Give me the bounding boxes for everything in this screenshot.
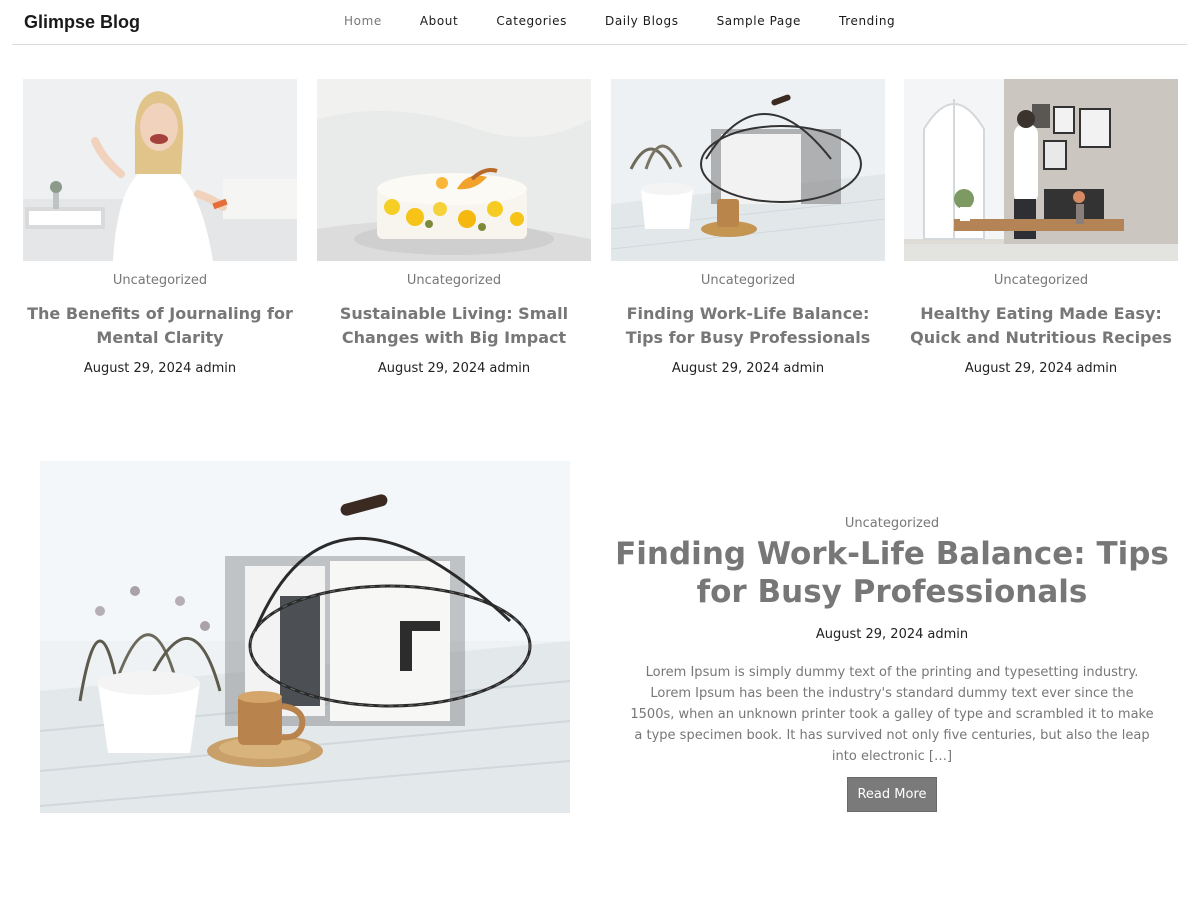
post-category[interactable]: Uncategorized: [317, 273, 591, 288]
post-thumbnail-woman[interactable]: [23, 79, 297, 261]
post-thumbnail-room[interactable]: [904, 79, 1178, 261]
post-title[interactable]: Healthy Eating Made Easy: Quick and Nutr…: [904, 302, 1178, 350]
post-date[interactable]: August 29, 2024: [378, 361, 486, 376]
nav-item-home[interactable]: Home: [344, 14, 382, 28]
post-card: Uncategorized Healthy Eating Made Easy: …: [904, 79, 1178, 376]
featured-post-meta: August 29, 2024 admin: [612, 627, 1172, 642]
post-author[interactable]: admin: [195, 361, 236, 376]
nav-item-categories[interactable]: Categories: [496, 14, 567, 28]
post-title[interactable]: Sustainable Living: Small Changes with B…: [317, 302, 591, 350]
featured-post-image[interactable]: [40, 461, 570, 813]
post-title[interactable]: Finding Work-Life Balance: Tips for Busy…: [611, 302, 885, 350]
post-meta: August 29, 2024 admin: [317, 361, 591, 376]
post-thumbnail-cake[interactable]: [317, 79, 591, 261]
post-meta: August 29, 2024 admin: [611, 361, 885, 376]
post-title[interactable]: The Benefits of Journaling for Mental Cl…: [23, 302, 297, 350]
post-category[interactable]: Uncategorized: [23, 273, 297, 288]
site-title[interactable]: Glimpse Blog: [24, 12, 140, 33]
featured-post-author[interactable]: admin: [927, 627, 968, 642]
nav-item-sample-page[interactable]: Sample Page: [717, 14, 801, 28]
post-card: Uncategorized Finding Work-Life Balance:…: [611, 79, 885, 376]
featured-post-category[interactable]: Uncategorized: [612, 516, 1172, 531]
post-meta: August 29, 2024 admin: [23, 361, 297, 376]
featured-post-title[interactable]: Finding Work-Life Balance: Tips for Busy…: [612, 535, 1172, 611]
post-author[interactable]: admin: [489, 361, 530, 376]
post-thumbnail-basket[interactable]: [611, 79, 885, 261]
main-nav: Home About Categories Daily Blogs Sample…: [344, 14, 933, 28]
featured-post-excerpt: Lorem Ipsum is simply dummy text of the …: [630, 665, 1154, 764]
post-date[interactable]: August 29, 2024: [965, 361, 1073, 376]
featured-post: Uncategorized Finding Work-Life Balance:…: [612, 516, 1172, 812]
post-category[interactable]: Uncategorized: [611, 273, 885, 288]
post-card: Uncategorized The Benefits of Journaling…: [23, 79, 297, 376]
nav-item-daily-blogs[interactable]: Daily Blogs: [605, 14, 679, 28]
read-more-button[interactable]: Read More: [847, 777, 937, 812]
site-header: Glimpse Blog Home About Categories Daily…: [12, 0, 1187, 45]
post-date[interactable]: August 29, 2024: [672, 361, 780, 376]
post-category[interactable]: Uncategorized: [904, 273, 1178, 288]
post-author[interactable]: admin: [783, 361, 824, 376]
featured-post-date[interactable]: August 29, 2024: [816, 627, 924, 642]
post-card: Uncategorized Sustainable Living: Small …: [317, 79, 591, 376]
post-meta: August 29, 2024 admin: [904, 361, 1178, 376]
post-date[interactable]: August 29, 2024: [84, 361, 192, 376]
post-grid: Uncategorized The Benefits of Journaling…: [23, 79, 1178, 399]
nav-item-trending[interactable]: Trending: [839, 14, 895, 28]
nav-item-about[interactable]: About: [420, 14, 458, 28]
post-author[interactable]: admin: [1076, 361, 1117, 376]
